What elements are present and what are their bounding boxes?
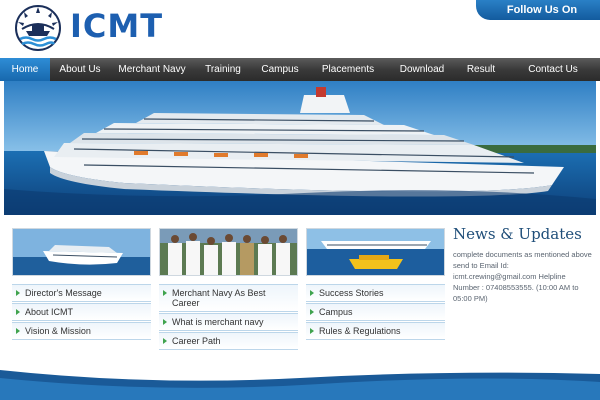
link-career-path[interactable]: Career Path bbox=[159, 332, 298, 350]
arrow-right-icon bbox=[16, 328, 20, 334]
nav-item-training[interactable]: Training bbox=[194, 58, 252, 81]
hero-banner-image bbox=[4, 81, 596, 215]
nav-item-home[interactable]: Home bbox=[0, 58, 50, 81]
link-campus[interactable]: Campus bbox=[306, 303, 445, 321]
arrow-right-icon bbox=[163, 338, 167, 344]
link-label: About ICMT bbox=[25, 307, 74, 317]
column-career: Merchant Navy As Best Career What is mer… bbox=[159, 228, 298, 351]
arrow-right-icon bbox=[163, 319, 167, 325]
site-header: ICMT Follow Us On bbox=[0, 0, 600, 57]
column-director: Director's Message About ICMT Vision & M… bbox=[12, 228, 151, 341]
link-label: Vision & Mission bbox=[25, 326, 91, 336]
arrow-right-icon bbox=[16, 309, 20, 315]
footer-wave-decoration bbox=[0, 364, 600, 400]
nav-item-placements[interactable]: Placements bbox=[308, 58, 388, 81]
logo-text[interactable]: ICMT bbox=[70, 6, 163, 46]
main-nav: Home About Us Merchant Navy Training Cam… bbox=[0, 58, 600, 81]
column-campus: Success Stories Campus Rules & Regulatio… bbox=[306, 228, 445, 341]
link-directors-message[interactable]: Director's Message bbox=[12, 284, 151, 302]
link-label: Success Stories bbox=[319, 288, 384, 298]
arrow-right-icon bbox=[310, 290, 314, 296]
link-merchant-navy-career[interactable]: Merchant Navy As Best Career bbox=[159, 284, 298, 312]
news-panel: News & Updates complete documents as men… bbox=[453, 225, 593, 304]
logo-emblem-icon[interactable] bbox=[14, 5, 62, 51]
nav-item-about-us[interactable]: About Us bbox=[50, 58, 110, 81]
arrow-right-icon bbox=[310, 328, 314, 334]
arrow-right-icon bbox=[163, 290, 167, 296]
link-label: What is merchant navy bbox=[172, 317, 264, 327]
nav-item-download[interactable]: Download bbox=[388, 58, 456, 81]
follow-us-tab: Follow Us On bbox=[476, 0, 600, 20]
link-label: Rules & Regulations bbox=[319, 326, 401, 336]
ship-and-boat-thumbnail bbox=[306, 228, 445, 276]
link-rules-regulations[interactable]: Rules & Regulations bbox=[306, 322, 445, 340]
link-label: Merchant Navy As Best Career bbox=[172, 288, 266, 308]
link-success-stories[interactable]: Success Stories bbox=[306, 284, 445, 302]
nav-item-result[interactable]: Result bbox=[456, 58, 506, 81]
nav-item-merchant-navy[interactable]: Merchant Navy bbox=[110, 58, 194, 81]
nav-item-campus[interactable]: Campus bbox=[252, 58, 308, 81]
officers-group-thumbnail bbox=[159, 228, 298, 276]
cruise-ship-thumbnail bbox=[12, 228, 151, 276]
arrow-right-icon bbox=[16, 290, 20, 296]
link-what-is-merchant-navy[interactable]: What is merchant navy bbox=[159, 313, 298, 331]
link-vision-mission[interactable]: Vision & Mission bbox=[12, 322, 151, 340]
news-title: News & Updates bbox=[453, 225, 582, 243]
news-text: complete documents as mentioned above se… bbox=[453, 250, 592, 303]
nav-item-contact-us[interactable]: Contact Us bbox=[506, 58, 600, 81]
link-label: Campus bbox=[319, 307, 353, 317]
arrow-right-icon bbox=[310, 309, 314, 315]
link-label: Director's Message bbox=[25, 288, 102, 298]
link-label: Career Path bbox=[172, 336, 221, 346]
link-about-icmt[interactable]: About ICMT bbox=[12, 303, 151, 321]
